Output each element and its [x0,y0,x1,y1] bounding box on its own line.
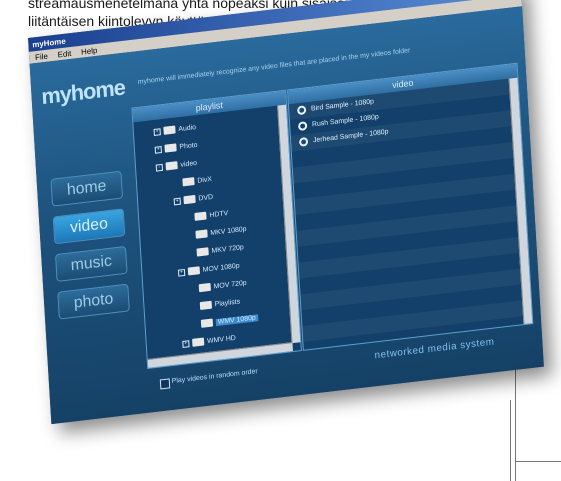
folder-icon [195,229,208,239]
folder-icon [182,177,195,187]
nav-photo-button[interactable]: photo [57,283,130,320]
video-list: Bird Sample - 1080p Rush Sample - 1080p … [288,78,532,350]
tree-item[interactable]: + WMV HD [182,332,236,350]
tree-expander-icon[interactable]: - [155,163,163,172]
tree-item[interactable]: MKV 1080p [185,223,247,242]
playlist-panel: playlist + Audio + Photo - video DivX + DVD HDTV M… [131,89,302,370]
tree-item-label: WMV 1080p [215,313,258,326]
tree-item-label: MKV 1080p [210,225,247,237]
folder-icon [194,211,207,221]
video-panel: video Bird Sample - 1080p Rush Sample - … [287,62,534,351]
nav-video-button[interactable]: video [52,208,126,245]
tree-item-label: DVD [198,193,214,203]
tree-item[interactable]: MKV 720p [187,241,245,260]
folder-icon [196,247,209,257]
tree-expander-icon[interactable]: + [154,145,162,154]
menu-file[interactable]: File [35,51,48,61]
folder-icon [200,318,214,328]
folder-icon [163,125,176,135]
tree-item[interactable]: MOV 720p [189,277,247,296]
tree-item-label: MOV 720p [213,279,247,290]
random-order-checkbox[interactable] [159,378,171,390]
nav-music-button[interactable]: music [54,245,128,282]
tree-item-label: MOV 1080p [202,262,240,274]
tree-expander-icon[interactable]: + [173,197,181,205]
nav-home-button[interactable]: home [50,170,124,207]
page-border-bottom [515,461,561,462]
tree-item-label: WMV HD [206,334,237,345]
tree-item-label: MKV 720p [211,243,244,255]
tree-item[interactable]: + Photo [154,139,198,156]
app-window: myHome _ □ x File Edit Help myhome myhom… [28,0,544,425]
tree-item[interactable]: + DVD [173,191,213,207]
tree-item-label: DivX [197,175,213,185]
tree-item[interactable]: + Audio [153,121,196,138]
random-order-label: Play videos in random order [171,368,258,386]
video-file-icon [296,105,307,116]
folder-icon [199,300,213,311]
folder-icon [187,266,201,276]
tree-item[interactable]: WMV 1080p [191,311,258,331]
playlist-header: playlist [132,90,286,123]
tree-item[interactable]: DivX [172,173,212,189]
page-border-inner [510,400,511,481]
tree-item[interactable]: HDTV [184,207,228,224]
tree-item-label: Audio [178,123,197,133]
tree-item-label: video [180,159,198,169]
folder-icon [192,337,205,347]
tree-expander-icon[interactable]: + [153,127,161,136]
menu-edit[interactable]: Edit [57,48,71,58]
tree-item[interactable]: + MOV 1080p [177,260,240,279]
folder-icon [183,194,196,205]
app-body: myhome myhome will immediately recognize… [29,6,544,425]
video-file-icon [297,121,308,132]
tree-item[interactable]: Playlists [190,295,241,313]
window-title: myHome [32,36,66,49]
tree-item-label: HDTV [209,209,229,219]
tree-item-label: Playlists [214,297,241,308]
tree-expander-icon[interactable]: + [177,268,186,277]
tree-expander-icon[interactable]: + [182,339,190,348]
folder-icon [164,143,177,153]
folder-icon [165,161,178,171]
app-logo: myhome [40,74,126,110]
tree-item[interactable]: - video [155,157,198,174]
folder-icon [198,282,211,293]
playlist-scrollbar-horizontal[interactable] [147,342,293,368]
video-file-icon [298,136,309,147]
menu-help[interactable]: Help [81,45,98,56]
tree-item-label: Photo [179,141,198,151]
